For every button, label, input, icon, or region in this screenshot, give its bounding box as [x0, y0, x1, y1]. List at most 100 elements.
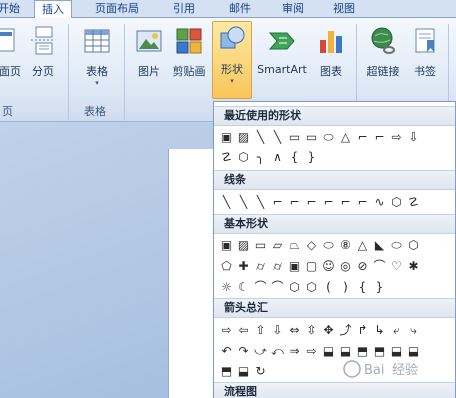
shape-option[interactable]: ⌐ — [320, 193, 337, 211]
shape-option[interactable]: ⌐ — [354, 128, 371, 146]
shape-option[interactable]: ♡ — [388, 257, 405, 275]
shape-option[interactable]: ▢ — [303, 257, 320, 275]
picture-button[interactable]: 图片 — [130, 24, 168, 90]
shape-option[interactable]: ╲ — [235, 193, 252, 211]
shape-option[interactable]: ◇ — [303, 236, 320, 254]
shape-option[interactable]: ╮ — [252, 148, 269, 166]
shape-option[interactable]: ⌒ — [269, 278, 286, 296]
shape-option[interactable]: ⌒ — [371, 257, 388, 275]
tab-home[interactable]: 开始 — [0, 0, 22, 18]
shape-option[interactable]: ▭ — [286, 128, 303, 146]
shape-option[interactable]: ⇨ — [303, 342, 320, 360]
shape-option[interactable]: ∿ — [371, 193, 388, 211]
shape-option[interactable]: ⇨ — [218, 321, 235, 339]
shape-option[interactable]: ☡ — [218, 148, 235, 166]
tab-review[interactable]: 审阅 — [275, 0, 311, 18]
cover-page-button[interactable]: 封面页 — [0, 24, 22, 90]
shape-option[interactable]: ⤻ — [252, 342, 269, 360]
shape-option[interactable]: ⌭ — [269, 257, 286, 275]
shape-option[interactable]: ⌭ — [252, 257, 269, 275]
shape-option[interactable]: ▭ — [303, 128, 320, 146]
shape-option[interactable]: ↶ — [218, 342, 235, 360]
shape-option[interactable]: ⤴ — [337, 321, 354, 339]
shape-option[interactable]: ⬡ — [405, 236, 422, 254]
shape-option[interactable]: ⬠ — [218, 257, 235, 275]
shape-option[interactable]: ▣ — [286, 257, 303, 275]
shape-option[interactable]: ⇩ — [269, 321, 286, 339]
shape-option[interactable]: ☼ — [218, 278, 235, 296]
shape-option[interactable]: ⬡ — [388, 193, 405, 211]
shape-option[interactable]: ⬭ — [320, 236, 337, 254]
shape-option[interactable]: ╲ — [252, 128, 269, 146]
shape-option[interactable]: ↳ — [371, 321, 388, 339]
shape-option[interactable]: ✥ — [320, 321, 337, 339]
shape-option[interactable]: ☾ — [235, 278, 252, 296]
shape-option[interactable]: ⤶ — [388, 321, 405, 339]
shape-option[interactable]: ▣ — [218, 236, 235, 254]
shape-option[interactable]: ⤺ — [269, 342, 286, 360]
clipart-button[interactable]: 剪贴画 — [168, 24, 210, 90]
shapes-button[interactable]: 形状 ▾ — [212, 21, 252, 99]
shape-option[interactable]: ⬡ — [286, 278, 303, 296]
shape-option[interactable]: } — [371, 278, 388, 296]
tab-insert[interactable]: 插入 — [34, 0, 72, 19]
tab-references[interactable]: 引用 — [166, 0, 202, 18]
shape-option[interactable]: △ — [354, 236, 371, 254]
shape-option[interactable]: ∧ — [269, 148, 286, 166]
shape-option[interactable]: ⬭ — [320, 128, 337, 146]
bookmark-button[interactable]: 书签 — [406, 24, 444, 90]
chart-button[interactable]: 图表 — [312, 24, 350, 90]
tab-view[interactable]: 视图 — [326, 0, 362, 18]
shape-option[interactable]: ⏢ — [286, 236, 303, 254]
tab-mailings[interactable]: 邮件 — [222, 0, 258, 18]
page-break-button[interactable]: 分页 — [24, 24, 62, 90]
shape-option[interactable]: ⌒ — [252, 278, 269, 296]
shape-option[interactable]: ⬭ — [388, 236, 405, 254]
shape-option[interactable]: ⊘ — [354, 257, 371, 275]
shape-option[interactable]: ) — [337, 278, 354, 296]
shape-option[interactable]: ╲ — [269, 128, 286, 146]
shape-option[interactable]: ✚ — [235, 257, 252, 275]
shape-option[interactable]: ⤷ — [405, 321, 422, 339]
shape-option[interactable]: ⬓ — [235, 362, 252, 380]
shape-option[interactable]: } — [303, 148, 320, 166]
shape-option[interactable]: ╲ — [218, 193, 235, 211]
shape-option[interactable]: ⇩ — [405, 128, 422, 146]
table-button[interactable]: 表格 ▾ — [74, 24, 120, 90]
hyperlink-button[interactable]: 超链接 — [360, 24, 406, 90]
shape-option[interactable]: ⑧ — [337, 236, 354, 254]
shape-option[interactable]: ⇳ — [303, 321, 320, 339]
smartart-button[interactable]: SmartArt — [254, 24, 310, 90]
shape-option[interactable]: ▨ — [235, 128, 252, 146]
shape-option[interactable]: ↷ — [235, 342, 252, 360]
shape-option[interactable]: ⬓ — [320, 342, 337, 360]
shape-option[interactable]: ☺ — [320, 257, 337, 275]
shape-option[interactable]: ⌐ — [371, 128, 388, 146]
shape-option[interactable]: ☡ — [405, 193, 422, 211]
shape-option[interactable]: { — [286, 148, 303, 166]
tab-page-layout[interactable]: 页面布局 — [88, 0, 146, 18]
shape-option[interactable]: ⇒ — [286, 342, 303, 360]
shape-option[interactable]: ⌐ — [354, 193, 371, 211]
shape-option[interactable]: ▭ — [252, 236, 269, 254]
shape-option[interactable]: ⌐ — [337, 193, 354, 211]
shape-option[interactable]: ⬡ — [235, 148, 252, 166]
shape-option[interactable]: ⇨ — [388, 128, 405, 146]
shape-option[interactable]: ⌐ — [286, 193, 303, 211]
shape-option[interactable]: ✱ — [405, 257, 422, 275]
shape-option[interactable]: ( — [320, 278, 337, 296]
shape-option[interactable]: △ — [337, 128, 354, 146]
shape-option[interactable]: ⌐ — [269, 193, 286, 211]
shape-option[interactable]: ⬡ — [303, 278, 320, 296]
shape-option[interactable]: ⇔ — [286, 321, 303, 339]
shape-option[interactable]: ◣ — [371, 236, 388, 254]
shape-option[interactable]: ▣ — [218, 128, 235, 146]
shape-option[interactable]: { — [354, 278, 371, 296]
shape-option[interactable]: ▨ — [235, 236, 252, 254]
shape-option[interactable]: ⇦ — [235, 321, 252, 339]
shape-option[interactable]: ⇧ — [252, 321, 269, 339]
shape-option[interactable]: ↻ — [252, 362, 269, 380]
shape-option[interactable]: ↱ — [354, 321, 371, 339]
shape-option[interactable]: ⬒ — [218, 362, 235, 380]
shape-option[interactable]: ⌐ — [303, 193, 320, 211]
